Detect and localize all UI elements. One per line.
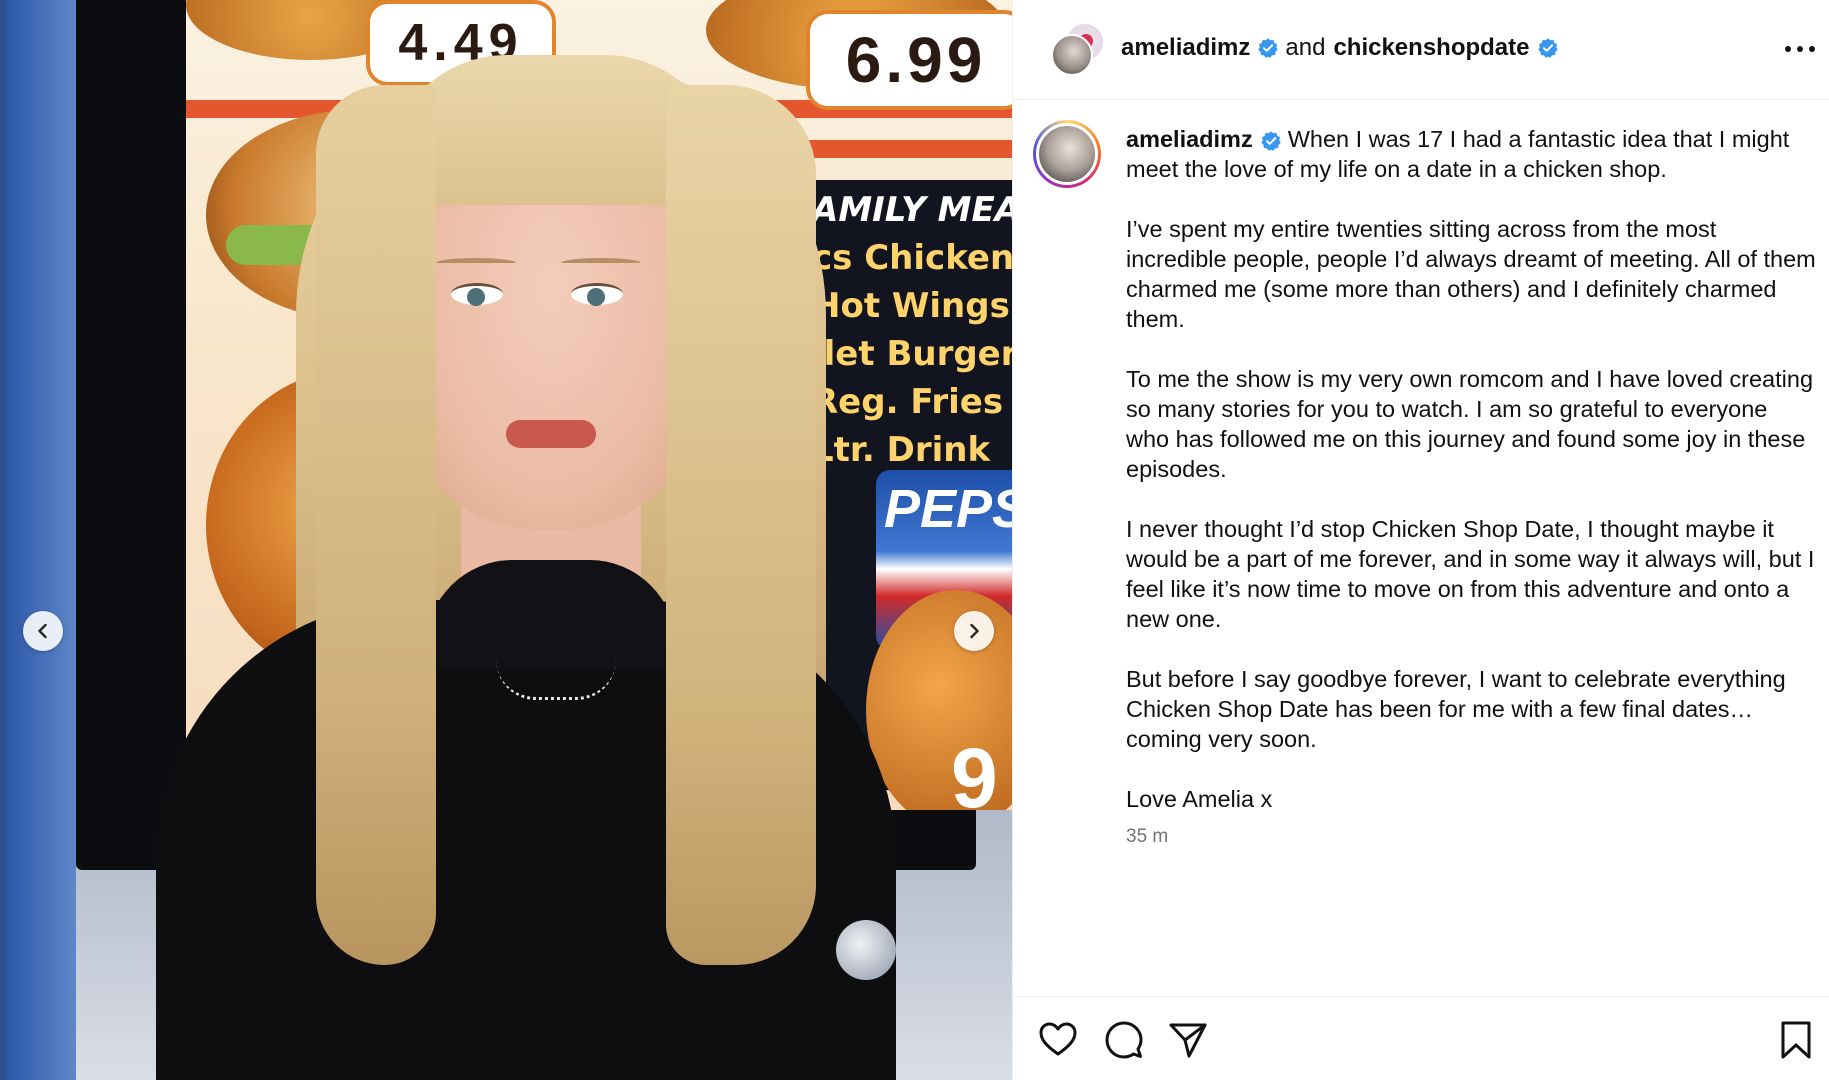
menu-price: 6.99 xyxy=(806,10,1012,110)
avatar[interactable] xyxy=(1033,120,1101,188)
verified-badge-icon xyxy=(1260,130,1282,152)
more-options-icon xyxy=(1785,46,1791,52)
save-button[interactable] xyxy=(1775,1019,1817,1061)
verified-badge-icon xyxy=(1257,37,1279,59)
person-eyebrow xyxy=(436,258,516,268)
collab-avatars[interactable] xyxy=(1051,22,1107,78)
previous-slide-button[interactable] xyxy=(23,611,63,651)
share-icon xyxy=(1167,1019,1209,1061)
like-button[interactable] xyxy=(1037,1019,1079,1061)
caption-paragraph: But before I say goodbye forever, I want… xyxy=(1126,666,1786,752)
chair xyxy=(836,920,896,980)
next-slide-button[interactable] xyxy=(954,611,994,651)
caption-paragraph: I’ve spent my entire twenties sitting ac… xyxy=(1126,216,1816,332)
person-eyebrow xyxy=(561,258,641,268)
username-link[interactable]: ameliadimz xyxy=(1126,126,1253,152)
avatar[interactable] xyxy=(1051,34,1093,76)
caption-signoff: Love Amelia x xyxy=(1126,786,1273,812)
menu-meal-line: AMILY MEAL xyxy=(812,190,1012,230)
menu-meal-line: Hot Wings xyxy=(812,286,1010,326)
bookmark-icon xyxy=(1775,1019,1817,1061)
username-link[interactable]: chickenshopdate xyxy=(1333,33,1529,63)
post-timestamp[interactable]: 35 m xyxy=(1126,826,1168,848)
pepsi-text: PEPS xyxy=(884,479,1012,539)
heart-icon xyxy=(1037,1019,1079,1061)
person-collar xyxy=(426,560,676,670)
avatar-image xyxy=(1036,123,1098,185)
menu-price-fragment: 9 xyxy=(951,731,998,810)
more-options-button[interactable] xyxy=(1785,36,1815,62)
comment-button[interactable] xyxy=(1103,1019,1145,1061)
username-link[interactable]: ameliadimz xyxy=(1121,33,1250,63)
photo-scene: 4.49 6.99 AMILY MEAL cs Chicken Hot Wing… xyxy=(6,0,1012,1080)
post-side-panel: ameliadimz and chickenshopdate ameliadim… xyxy=(1012,0,1829,1080)
person-hair xyxy=(316,85,436,965)
person-lips xyxy=(506,420,596,448)
person-eye xyxy=(571,283,623,306)
post-actions xyxy=(1013,996,1829,1080)
menu-meal-line: Ltr. Drink xyxy=(812,430,991,470)
caption-paragraph: I never thought I’d stop Chicken Shop Da… xyxy=(1126,516,1815,632)
post-caption: ameliadimz When I was 17 I had a fantasti… xyxy=(1126,124,1816,844)
menu-meal-line: llet Burger xyxy=(812,334,1012,374)
share-button[interactable] xyxy=(1167,1019,1209,1061)
chevron-right-icon xyxy=(965,622,983,640)
menu-meal-line: Reg. Fries xyxy=(812,382,1004,422)
post-header: ameliadimz and chickenshopdate xyxy=(1013,0,1829,100)
collab-connector: and xyxy=(1285,34,1326,61)
person-hair xyxy=(666,85,816,965)
more-options-icon xyxy=(1797,46,1803,52)
comment-icon xyxy=(1103,1019,1145,1061)
caption-paragraph: To me the show is my very own romcom and… xyxy=(1126,366,1814,482)
caption-paragraph: ameliadimz When I was 17 I had a fantasti… xyxy=(1126,124,1816,184)
background-wall xyxy=(6,0,76,1080)
person-eye xyxy=(451,283,503,306)
menu-meal-line: cs Chicken xyxy=(812,238,1012,278)
more-options-icon xyxy=(1809,46,1815,52)
instagram-post: 4.49 6.99 AMILY MEAL cs Chicken Hot Wing… xyxy=(0,0,1829,1080)
collab-usernames: ameliadimz and chickenshopdate xyxy=(1121,33,1565,63)
chevron-left-icon xyxy=(34,622,52,640)
post-media: 4.49 6.99 AMILY MEAL cs Chicken Hot Wing… xyxy=(0,0,1012,1080)
verified-badge-icon xyxy=(1537,37,1559,59)
